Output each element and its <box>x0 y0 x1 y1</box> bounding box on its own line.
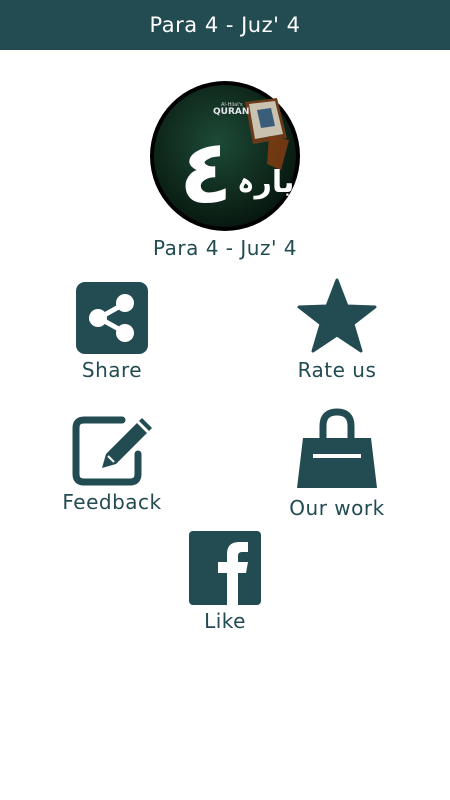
logo-numeral: ٤ <box>179 120 233 223</box>
share-button[interactable]: Share <box>62 282 162 382</box>
our-work-label: Our work <box>289 496 385 520</box>
star-icon <box>297 278 377 353</box>
our-work-button[interactable]: Our work <box>287 408 387 520</box>
shopping-bag-icon <box>297 408 377 488</box>
facebook-icon <box>189 531 261 605</box>
app-bar-title: Para 4 - Juz' 4 <box>149 13 301 37</box>
rate-us-label: Rate us <box>297 358 377 382</box>
share-label: Share <box>81 358 143 382</box>
share-icon <box>76 282 148 354</box>
edit-icon <box>72 416 152 486</box>
feedback-label: Feedback <box>62 490 162 514</box>
like-label: Like <box>204 609 246 633</box>
para-logo: Al-Hilal's QURAN ٤ پارہ <box>150 81 300 231</box>
page-subtitle: Para 4 - Juz' 4 <box>152 236 298 260</box>
logo-brand: QURAN <box>213 107 249 117</box>
logo-urdu-text: پارہ <box>237 165 294 200</box>
feedback-button[interactable]: Feedback <box>62 414 162 514</box>
rate-us-button[interactable]: Rate us <box>287 278 387 382</box>
app-bar: Para 4 - Juz' 4 <box>0 0 450 50</box>
like-button[interactable]: Like <box>175 531 275 633</box>
